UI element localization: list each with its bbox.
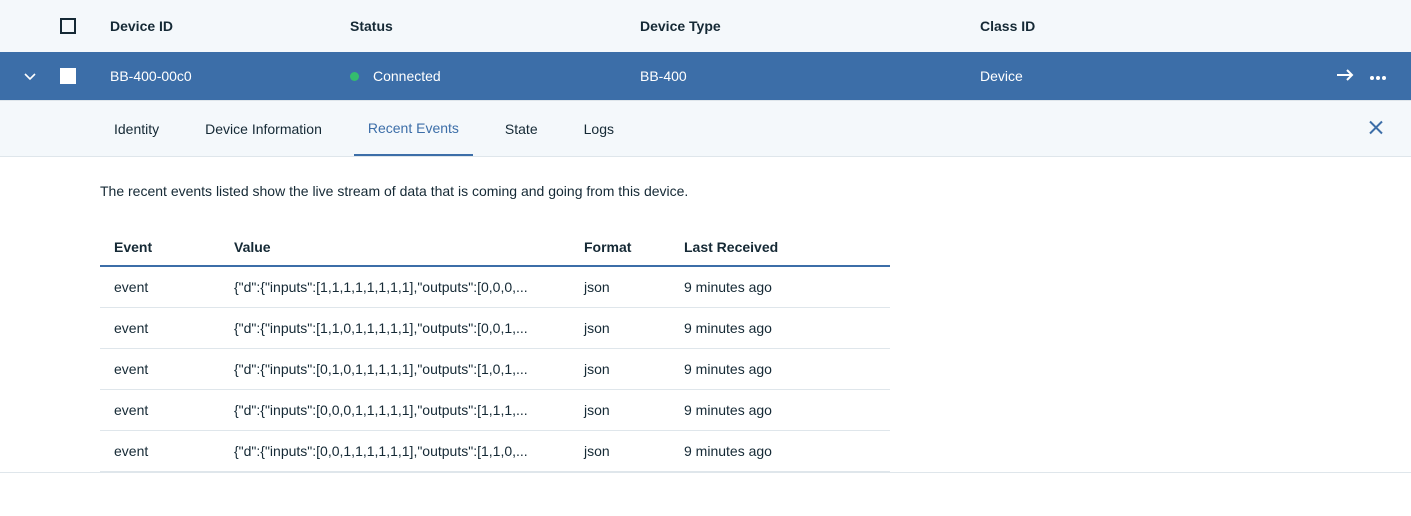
event-cell-event: event xyxy=(114,402,234,418)
header-status: Status xyxy=(350,18,640,34)
event-cell-last: 9 minutes ago xyxy=(684,443,876,459)
event-cell-format: json xyxy=(584,443,684,459)
event-cell-value: {"d":{"inputs":[1,1,1,1,1,1,1,1],"output… xyxy=(234,279,584,295)
event-cell-value: {"d":{"inputs":[0,0,1,1,1,1,1,1],"output… xyxy=(234,443,584,459)
events-table-header: Event Value Format Last Received xyxy=(100,229,890,267)
arrow-right-icon xyxy=(1337,68,1355,82)
events-row: event {"d":{"inputs":[0,0,1,1,1,1,1,1],"… xyxy=(100,431,890,472)
event-cell-value: {"d":{"inputs":[0,0,0,1,1,1,1,1],"output… xyxy=(234,402,584,418)
events-header-value: Value xyxy=(234,239,584,255)
detail-tabs: Identity Device Information Recent Event… xyxy=(0,101,1411,157)
row-checkbox-cell xyxy=(60,68,110,84)
event-cell-last: 9 minutes ago xyxy=(684,320,876,336)
tab-logs[interactable]: Logs xyxy=(570,101,628,156)
status-connected-dot xyxy=(350,72,359,81)
header-device-type: Device Type xyxy=(640,18,980,34)
event-cell-event: event xyxy=(114,361,234,377)
header-device-id: Device ID xyxy=(110,18,350,34)
event-cell-format: json xyxy=(584,402,684,418)
cell-status: Connected xyxy=(350,68,640,84)
select-all-checkbox[interactable] xyxy=(60,18,76,34)
event-cell-last: 9 minutes ago xyxy=(684,402,876,418)
open-device-button[interactable] xyxy=(1337,68,1355,85)
close-detail-button[interactable] xyxy=(1369,118,1383,139)
events-row: event {"d":{"inputs":[0,0,0,1,1,1,1,1],"… xyxy=(100,390,890,431)
events-header-format: Format xyxy=(584,239,684,255)
header-class-id: Class ID xyxy=(980,18,1411,34)
cell-status-label: Connected xyxy=(373,68,441,84)
tab-state[interactable]: State xyxy=(491,101,552,156)
event-cell-value: {"d":{"inputs":[0,1,0,1,1,1,1,1],"output… xyxy=(234,361,584,377)
chevron-down-icon xyxy=(24,70,36,82)
tab-device-information[interactable]: Device Information xyxy=(191,101,336,156)
event-cell-format: json xyxy=(584,279,684,295)
event-cell-last: 9 minutes ago xyxy=(684,361,876,377)
events-row: event {"d":{"inputs":[1,1,0,1,1,1,1,1],"… xyxy=(100,308,890,349)
expand-toggle[interactable] xyxy=(24,70,60,82)
cell-class-id: Device xyxy=(980,68,1321,84)
events-row: event {"d":{"inputs":[1,1,1,1,1,1,1,1],"… xyxy=(100,267,890,308)
recent-events-description: The recent events listed show the live s… xyxy=(0,157,1411,229)
event-cell-format: json xyxy=(584,320,684,336)
event-cell-event: event xyxy=(114,443,234,459)
row-actions xyxy=(1321,68,1411,85)
events-header-event: Event xyxy=(114,239,234,255)
event-cell-value: {"d":{"inputs":[1,1,0,1,1,1,1,1],"output… xyxy=(234,320,584,336)
cell-device-id: BB-400-00c0 xyxy=(110,68,350,84)
cell-device-type: BB-400 xyxy=(640,68,980,84)
events-header-last-received: Last Received xyxy=(684,239,876,255)
row-checkbox[interactable] xyxy=(60,68,76,84)
close-icon xyxy=(1369,120,1383,134)
header-checkbox-cell xyxy=(60,18,110,34)
device-row[interactable]: BB-400-00c0 Connected BB-400 Device xyxy=(0,52,1411,100)
row-overflow-menu[interactable] xyxy=(1369,68,1387,84)
device-table-header: Device ID Status Device Type Class ID xyxy=(0,0,1411,52)
ellipsis-icon xyxy=(1369,75,1387,81)
event-cell-event: event xyxy=(114,279,234,295)
event-cell-event: event xyxy=(114,320,234,336)
device-detail-panel: Identity Device Information Recent Event… xyxy=(0,100,1411,473)
event-cell-format: json xyxy=(584,361,684,377)
tab-identity[interactable]: Identity xyxy=(100,101,173,156)
events-row: event {"d":{"inputs":[0,1,0,1,1,1,1,1],"… xyxy=(100,349,890,390)
event-cell-last: 9 minutes ago xyxy=(684,279,876,295)
events-table: Event Value Format Last Received event {… xyxy=(100,229,890,472)
tab-recent-events[interactable]: Recent Events xyxy=(354,101,473,156)
